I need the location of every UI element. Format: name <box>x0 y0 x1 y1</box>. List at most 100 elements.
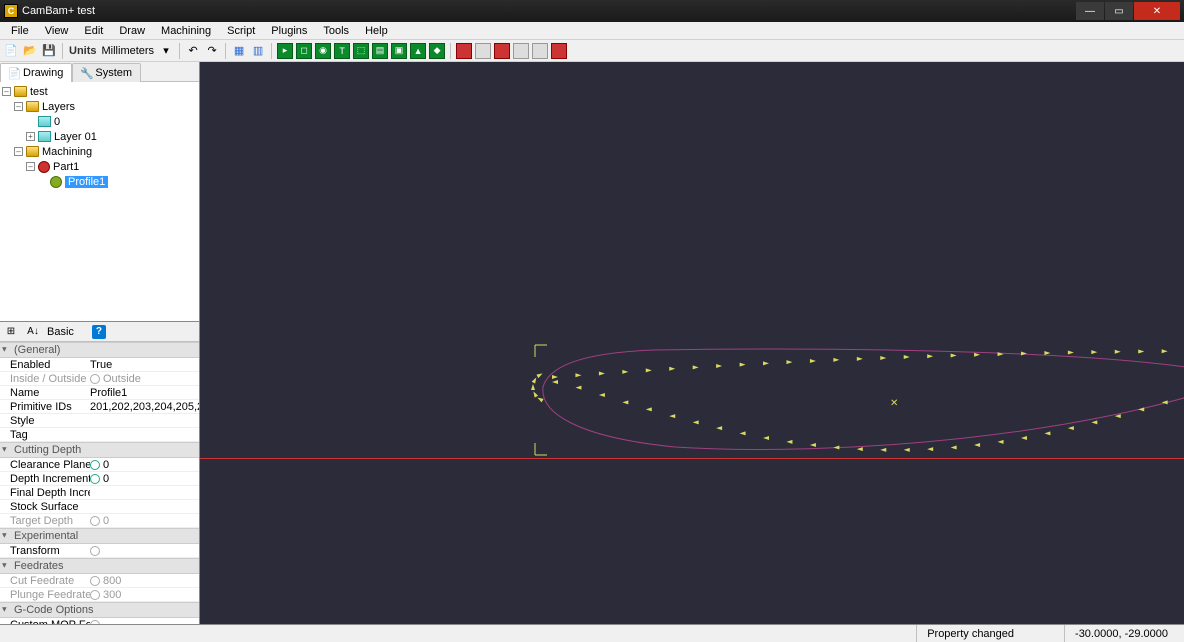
menu-help[interactable]: Help <box>358 23 395 39</box>
units-label: Units <box>69 45 97 57</box>
expand-icon[interactable]: – <box>14 102 23 111</box>
project-tree[interactable]: –test –Layers 0 +Layer 01 –Machining –Pa… <box>0 82 199 322</box>
tab-drawing-label: Drawing <box>23 67 63 79</box>
expand-icon[interactable]: – <box>26 162 35 171</box>
toolbar: 📄 📂 💾 Units Millimeters ▾ ↶ ↷ ▦ ▥ ▸ ◻ ◉ … <box>0 40 1184 62</box>
menu-draw[interactable]: Draw <box>112 23 152 39</box>
expand-icon[interactable]: – <box>2 87 11 96</box>
menu-edit[interactable]: Edit <box>77 23 110 39</box>
menu-machining[interactable]: Machining <box>154 23 218 39</box>
system-tab-icon: 🔧 <box>81 68 92 79</box>
prop-final-depth-increment-label: Final Depth Increment <box>0 487 90 499</box>
cam-op-4-icon[interactable]: T <box>334 43 350 59</box>
side-panel: 📄 Drawing 🔧 System –test –Layers 0 +Laye… <box>0 62 200 624</box>
tab-drawing[interactable]: 📄 Drawing <box>0 63 72 82</box>
reset-icon[interactable] <box>90 546 100 556</box>
help-icon[interactable]: ? <box>92 325 106 339</box>
cam-op-9-icon[interactable]: ◆ <box>429 43 445 59</box>
drawing-canvas[interactable]: ✕ <box>200 62 1184 624</box>
prop-inside-outside-label: Inside / Outside <box>0 373 90 385</box>
units-dropdown-icon[interactable]: ▾ <box>157 42 175 60</box>
cam-op-3-icon[interactable]: ◉ <box>315 43 331 59</box>
prop-clearance-plane-value[interactable]: 0 <box>90 459 199 471</box>
prop-name-value[interactable]: Profile1 <box>90 387 199 399</box>
cat-feedrates[interactable]: Feedrates <box>0 558 199 574</box>
window-title: CamBam+ test <box>22 5 1076 17</box>
cam-op-2-icon[interactable]: ◻ <box>296 43 312 59</box>
new-file-icon[interactable]: 📄 <box>2 42 20 60</box>
prop-style-label: Style <box>0 415 90 427</box>
menu-view[interactable]: View <box>38 23 76 39</box>
property-grid[interactable]: (General) EnabledTrue Inside / OutsideOu… <box>0 342 199 624</box>
prop-target-depth-value[interactable]: 0 <box>90 515 199 527</box>
categorized-icon[interactable]: ⊞ <box>3 324 19 340</box>
status-coords: -30.0000, -29.0000 <box>1064 625 1178 642</box>
gcode-5-icon[interactable] <box>532 43 548 59</box>
prop-transform-label: Transform <box>0 545 90 557</box>
prop-primitive-ids-label: Primitive IDs <box>0 401 90 413</box>
prop-primitive-ids-value[interactable]: 201,202,203,204,205,206,20 <box>90 401 199 413</box>
cat-cutting-depth[interactable]: Cutting Depth <box>0 442 199 458</box>
minimize-button[interactable]: — <box>1076 2 1104 20</box>
reset-icon[interactable] <box>90 374 100 384</box>
save-file-icon[interactable]: 💾 <box>40 42 58 60</box>
prop-plunge-feedrate-label: Plunge Feedrate <box>0 589 90 601</box>
prop-transform-value[interactable] <box>90 546 199 556</box>
cat-gcode[interactable]: G-Code Options <box>0 602 199 618</box>
redo-icon[interactable]: ↷ <box>203 42 221 60</box>
maximize-button[interactable]: ▭ <box>1105 2 1133 20</box>
cat-general[interactable]: (General) <box>0 342 199 358</box>
alphabetical-icon[interactable]: A↓ <box>25 324 41 340</box>
close-button[interactable]: ✕ <box>1134 2 1180 20</box>
expand-icon[interactable]: – <box>14 147 23 156</box>
reset-icon[interactable] <box>90 460 100 470</box>
tab-system-label: System <box>95 67 132 79</box>
gcode-2-icon[interactable] <box>475 43 491 59</box>
open-file-icon[interactable]: 📂 <box>21 42 39 60</box>
cam-op-8-icon[interactable]: ▲ <box>410 43 426 59</box>
cat-experimental[interactable]: Experimental <box>0 528 199 544</box>
snap-icon[interactable]: ▥ <box>249 42 267 60</box>
gcode-4-icon[interactable] <box>513 43 529 59</box>
tree-layers[interactable]: Layers <box>42 101 75 113</box>
menu-script[interactable]: Script <box>220 23 262 39</box>
tree-layer-0[interactable]: 0 <box>54 116 60 128</box>
undo-icon[interactable]: ↶ <box>184 42 202 60</box>
tree-part1[interactable]: Part1 <box>53 161 79 173</box>
menubar: File View Edit Draw Machining Script Plu… <box>0 22 1184 40</box>
prop-inside-outside-value[interactable]: Outside <box>90 373 199 385</box>
prop-cut-feedrate-value[interactable]: 800 <box>90 575 199 587</box>
reset-icon[interactable] <box>90 516 100 526</box>
tree-root[interactable]: test <box>30 86 48 98</box>
cam-op-7-icon[interactable]: ▣ <box>391 43 407 59</box>
prop-mode-label[interactable]: Basic <box>47 326 74 338</box>
tree-layer-01[interactable]: Layer 01 <box>54 131 97 143</box>
mop-icon <box>50 176 62 188</box>
menu-plugins[interactable]: Plugins <box>264 23 314 39</box>
gcode-3-icon[interactable] <box>494 43 510 59</box>
units-value[interactable]: Millimeters <box>102 45 155 57</box>
grid-icon[interactable]: ▦ <box>230 42 248 60</box>
cam-op-1-icon[interactable]: ▸ <box>277 43 293 59</box>
prop-plunge-feedrate-value[interactable]: 300 <box>90 589 199 601</box>
status-bar: Property changed -30.0000, -29.0000 <box>0 624 1184 642</box>
prop-depth-increment-value[interactable]: 0 <box>90 473 199 485</box>
reset-icon[interactable] <box>90 576 100 586</box>
expand-icon[interactable]: + <box>26 132 35 141</box>
reset-icon[interactable] <box>90 620 100 625</box>
reset-icon[interactable] <box>90 474 100 484</box>
menu-tools[interactable]: Tools <box>316 23 356 39</box>
gcode-6-icon[interactable] <box>551 43 567 59</box>
tab-system[interactable]: 🔧 System <box>72 63 141 82</box>
gcode-1-icon[interactable] <box>456 43 472 59</box>
tree-profile1-selected[interactable]: Profile1 <box>65 176 108 188</box>
prop-enabled-value[interactable]: True <box>90 359 199 371</box>
airfoil-profile <box>535 342 1184 465</box>
menu-file[interactable]: File <box>4 23 36 39</box>
reset-icon[interactable] <box>90 590 100 600</box>
folder-icon <box>26 146 39 157</box>
prop-cut-feedrate-label: Cut Feedrate <box>0 575 90 587</box>
cam-op-5-icon[interactable]: ⬚ <box>353 43 369 59</box>
tree-machining[interactable]: Machining <box>42 146 92 158</box>
cam-op-6-icon[interactable]: ▤ <box>372 43 388 59</box>
